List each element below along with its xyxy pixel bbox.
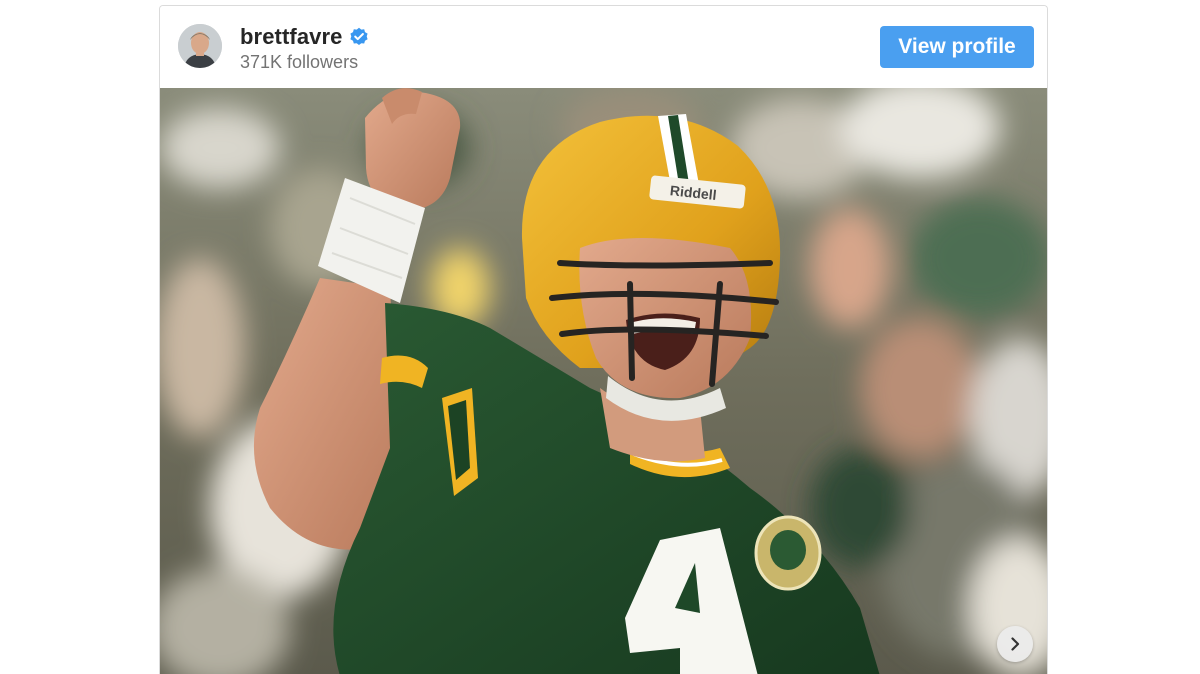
instagram-embed-card: brettfavre 371K followers View profile R… xyxy=(159,5,1048,674)
username-row: brettfavre xyxy=(240,24,369,50)
view-profile-button[interactable]: View profile xyxy=(880,26,1034,68)
next-photo-button[interactable] xyxy=(997,626,1033,662)
post-photo[interactable]: Riddell 4 xyxy=(160,88,1047,674)
follower-count: 371K followers xyxy=(240,52,359,72)
embed-header: brettfavre 371K followers View profile xyxy=(160,6,1047,88)
verified-badge-icon xyxy=(349,27,369,47)
avatar[interactable] xyxy=(178,24,222,68)
chevron-right-icon xyxy=(1011,637,1020,651)
username[interactable]: brettfavre xyxy=(240,24,342,50)
